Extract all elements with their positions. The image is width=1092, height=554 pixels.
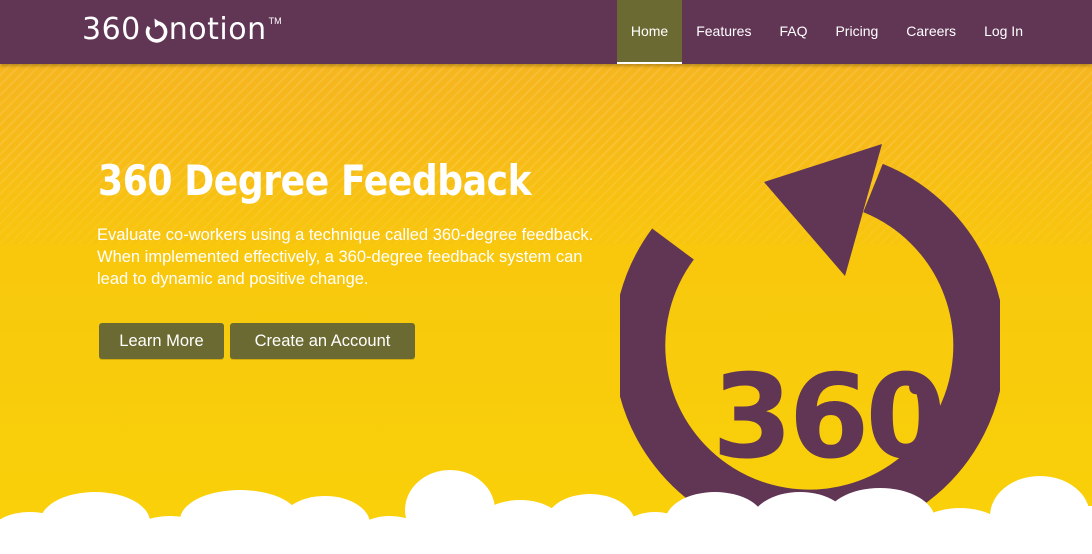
create-account-button[interactable]: Create an Account bbox=[230, 323, 415, 359]
main-nav: Home Features FAQ Pricing Careers Log In bbox=[616, 0, 1037, 64]
brand-name-suffix: notion bbox=[168, 12, 267, 47]
nav-careers[interactable]: Careers bbox=[892, 0, 970, 64]
top-navbar: 360 notion TM Home Features FAQ Pricing … bbox=[0, 0, 1092, 64]
brand-logo[interactable]: 360 notion TM bbox=[82, 14, 282, 48]
nav-faq[interactable]: FAQ bbox=[765, 0, 821, 64]
learn-more-button[interactable]: Learn More bbox=[99, 323, 224, 359]
nav-login[interactable]: Log In bbox=[970, 0, 1037, 64]
nav-features[interactable]: Features bbox=[682, 0, 765, 64]
graphic-degree: o bbox=[908, 371, 926, 401]
cloud-border bbox=[0, 470, 1092, 554]
nav-pricing[interactable]: Pricing bbox=[821, 0, 892, 64]
nav-home[interactable]: Home bbox=[616, 0, 683, 64]
refresh-arrow-icon bbox=[142, 18, 168, 44]
hero-title: 360 Degree Feedback bbox=[98, 156, 532, 205]
trademark-mark: TM bbox=[268, 16, 282, 26]
brand-name-prefix: 360 bbox=[82, 12, 141, 47]
hero-description: Evaluate co-workers using a technique ca… bbox=[97, 226, 594, 288]
hero-section: 360 Degree Feedback Evaluate co-workers … bbox=[0, 64, 1092, 554]
